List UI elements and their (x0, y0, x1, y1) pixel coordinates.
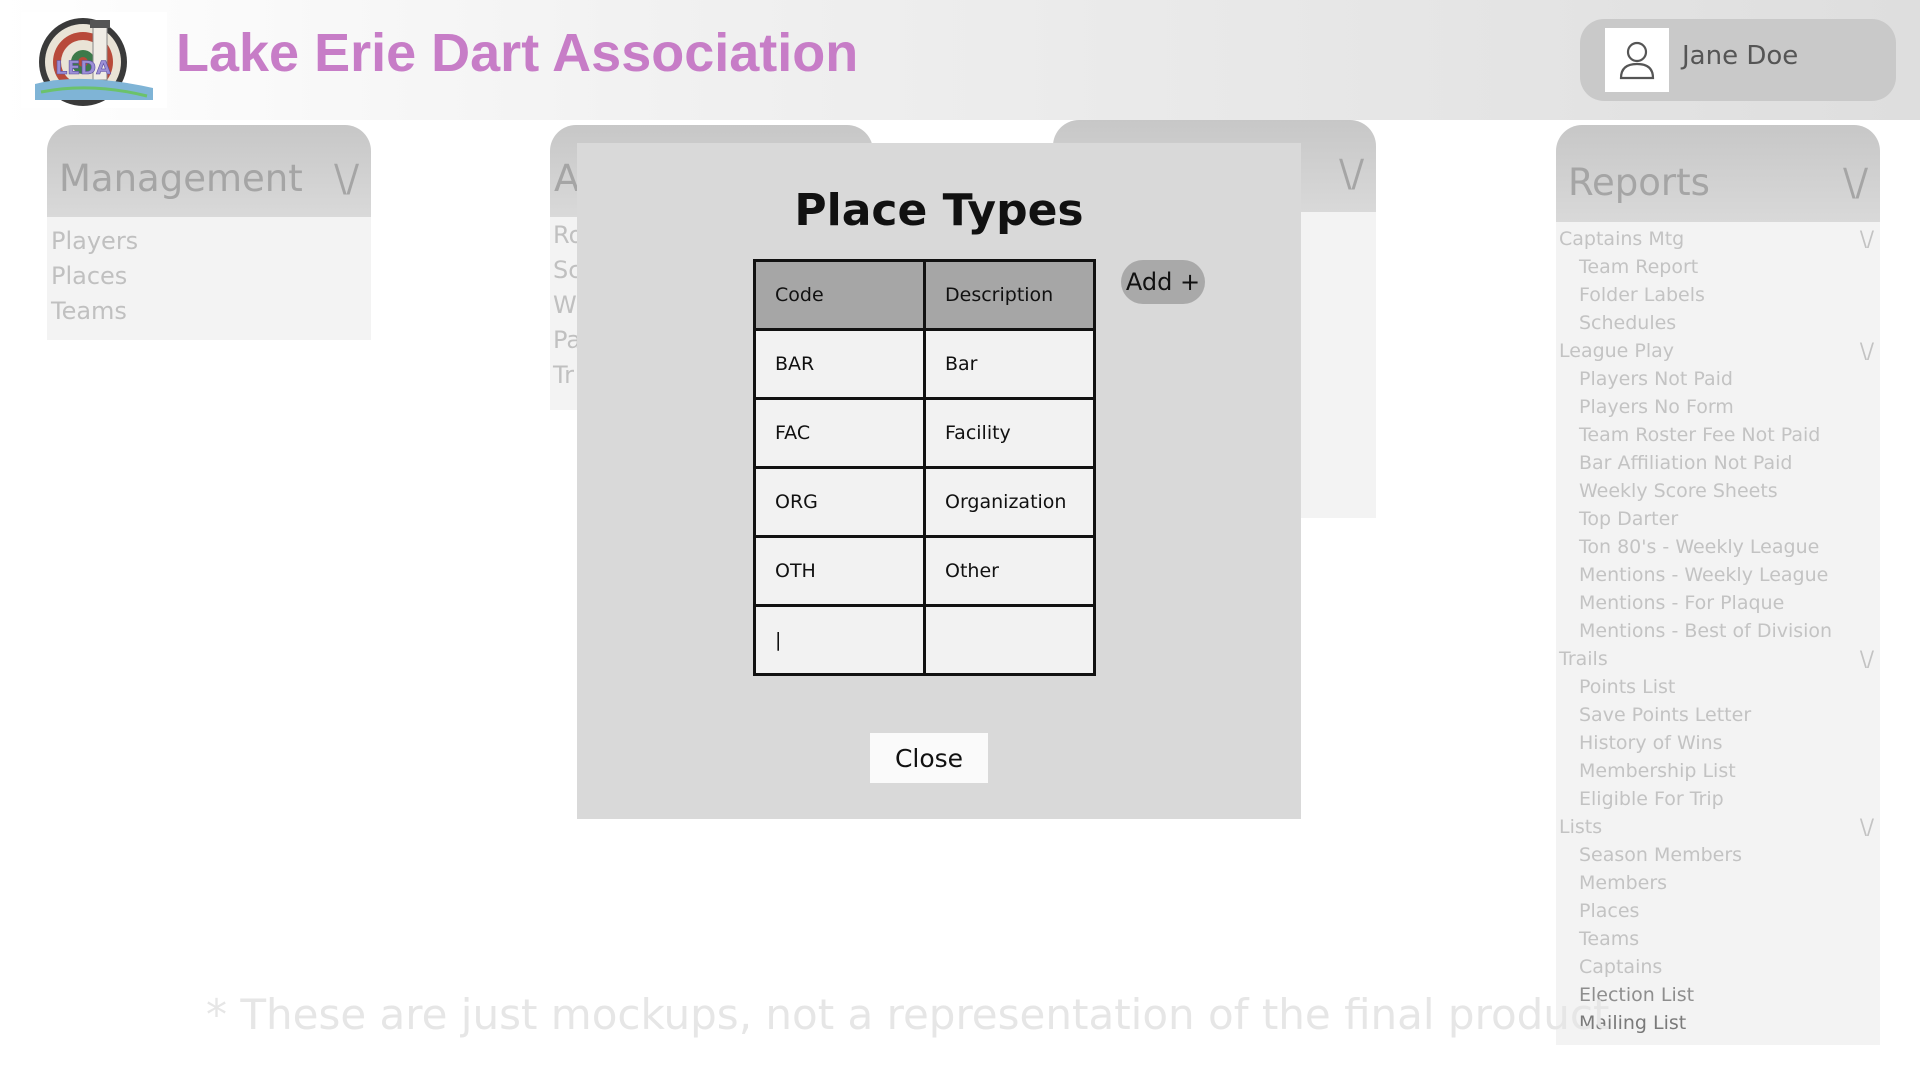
management-chevron-icon[interactable]: \/ (334, 157, 359, 200)
table-row[interactable]: FAC Facility (753, 397, 1096, 469)
report-item[interactable]: Membership List (1579, 760, 1736, 782)
lists-chevron-icon[interactable]: \/ (1860, 815, 1874, 839)
table-row[interactable]: OTH Other (753, 535, 1096, 607)
description-cell[interactable]: Other (923, 535, 1096, 607)
report-item[interactable]: Schedules (1579, 312, 1676, 334)
code-cell[interactable]: BAR (753, 328, 926, 400)
new-description-input[interactable] (923, 604, 1096, 676)
header-bar: LEDA Lake Erie Dart Association Jane Doe (0, 0, 1920, 120)
user-icon (1605, 28, 1669, 92)
report-item[interactable]: Mentions - For Plaque (1579, 592, 1784, 614)
code-cell[interactable]: ORG (753, 466, 926, 538)
report-item[interactable]: History of Wins (1579, 732, 1723, 754)
description-cell[interactable]: Facility (923, 397, 1096, 469)
report-item[interactable]: Players No Form (1579, 396, 1734, 418)
trails-chevron-icon[interactable]: \/ (1860, 647, 1874, 671)
management-item-places[interactable]: Places (51, 262, 127, 290)
table-row[interactable]: ORG Organization (753, 466, 1096, 538)
report-item[interactable]: Mentions - Weekly League (1579, 564, 1828, 586)
report-item[interactable]: Team Report (1579, 256, 1698, 278)
management-panel: Management \/ Players Places Teams (47, 125, 371, 340)
report-item[interactable]: Places (1579, 900, 1639, 922)
third-panel-chevron-icon[interactable]: \/ (1339, 152, 1364, 195)
report-item[interactable]: Season Members (1579, 844, 1742, 866)
reports-chevron-icon[interactable]: \/ (1843, 161, 1868, 204)
user-name: Jane Doe (1682, 41, 1799, 71)
management-panel-header[interactable]: Management \/ (47, 125, 371, 217)
management-title: Management (59, 157, 303, 200)
second-panel-title: A (554, 157, 580, 200)
reports-panel-body: Captains Mtg \/ Team Report Folder Label… (1556, 222, 1880, 1045)
table-header-row: Code Description (753, 259, 1096, 331)
report-item[interactable]: Captains (1579, 956, 1662, 978)
captains-mtg-chevron-icon[interactable]: \/ (1860, 227, 1874, 251)
reports-panel-header[interactable]: Reports \/ (1556, 125, 1880, 222)
mockup-disclaimer: * These are just mockups, not a represen… (206, 990, 1610, 1039)
place-types-table: Code Description BAR Bar FAC Facility OR… (753, 259, 1096, 676)
league-play-chevron-icon[interactable]: \/ (1860, 339, 1874, 363)
modal-title: Place Types (794, 185, 1084, 236)
reports-panel: Reports \/ Captains Mtg \/ Team Report F… (1556, 125, 1880, 1045)
report-item[interactable]: Ton 80's - Weekly League (1579, 536, 1819, 558)
logo-text: LEDA (55, 57, 111, 79)
management-item-players[interactable]: Players (51, 227, 138, 255)
site-title: Lake Erie Dart Association (176, 23, 859, 83)
reports-section-lists[interactable]: Lists (1559, 816, 1602, 838)
column-header-description[interactable]: Description (923, 259, 1096, 331)
code-cell[interactable]: OTH (753, 535, 926, 607)
description-cell[interactable]: Organization (923, 466, 1096, 538)
second-panel-item[interactable]: Tr (553, 361, 574, 389)
leda-logo[interactable]: LEDA (21, 12, 167, 108)
table-row[interactable]: BAR Bar (753, 328, 1096, 400)
report-item[interactable]: Save Points Letter (1579, 704, 1751, 726)
report-item[interactable]: Weekly Score Sheets (1579, 480, 1778, 502)
add-place-type-button[interactable]: Add + (1121, 260, 1205, 304)
dartboard-logo-icon: LEDA (35, 18, 153, 106)
close-button[interactable]: Close (870, 733, 988, 783)
reports-section-league-play[interactable]: League Play (1559, 340, 1674, 362)
description-cell[interactable]: Bar (923, 328, 1096, 400)
report-item[interactable]: Teams (1579, 928, 1639, 950)
report-item[interactable]: Mentions - Best of Division (1579, 620, 1832, 642)
reports-title: Reports (1568, 161, 1710, 204)
code-cell[interactable]: FAC (753, 397, 926, 469)
column-header-code[interactable]: Code (753, 259, 926, 331)
new-code-input[interactable]: | (753, 604, 926, 676)
report-item[interactable]: Members (1579, 872, 1667, 894)
management-panel-body: Players Places Teams (47, 217, 371, 340)
report-item[interactable]: Players Not Paid (1579, 368, 1733, 390)
second-panel-item[interactable]: W (553, 291, 577, 319)
new-entry-row[interactable]: | (753, 604, 1096, 676)
place-types-modal: Place Types Code Description BAR Bar FAC… (577, 143, 1301, 819)
report-item[interactable]: Bar Affiliation Not Paid (1579, 452, 1792, 474)
management-item-teams[interactable]: Teams (51, 297, 127, 325)
report-item[interactable]: Points List (1579, 676, 1675, 698)
report-item[interactable]: Top Darter (1579, 508, 1678, 530)
report-item[interactable]: Eligible For Trip (1579, 788, 1724, 810)
reports-section-captains-mtg[interactable]: Captains Mtg (1559, 228, 1684, 250)
user-menu[interactable]: Jane Doe (1580, 19, 1896, 101)
reports-section-trails[interactable]: Trails (1559, 648, 1608, 670)
report-item[interactable]: Folder Labels (1579, 284, 1705, 306)
report-item[interactable]: Team Roster Fee Not Paid (1579, 424, 1820, 446)
